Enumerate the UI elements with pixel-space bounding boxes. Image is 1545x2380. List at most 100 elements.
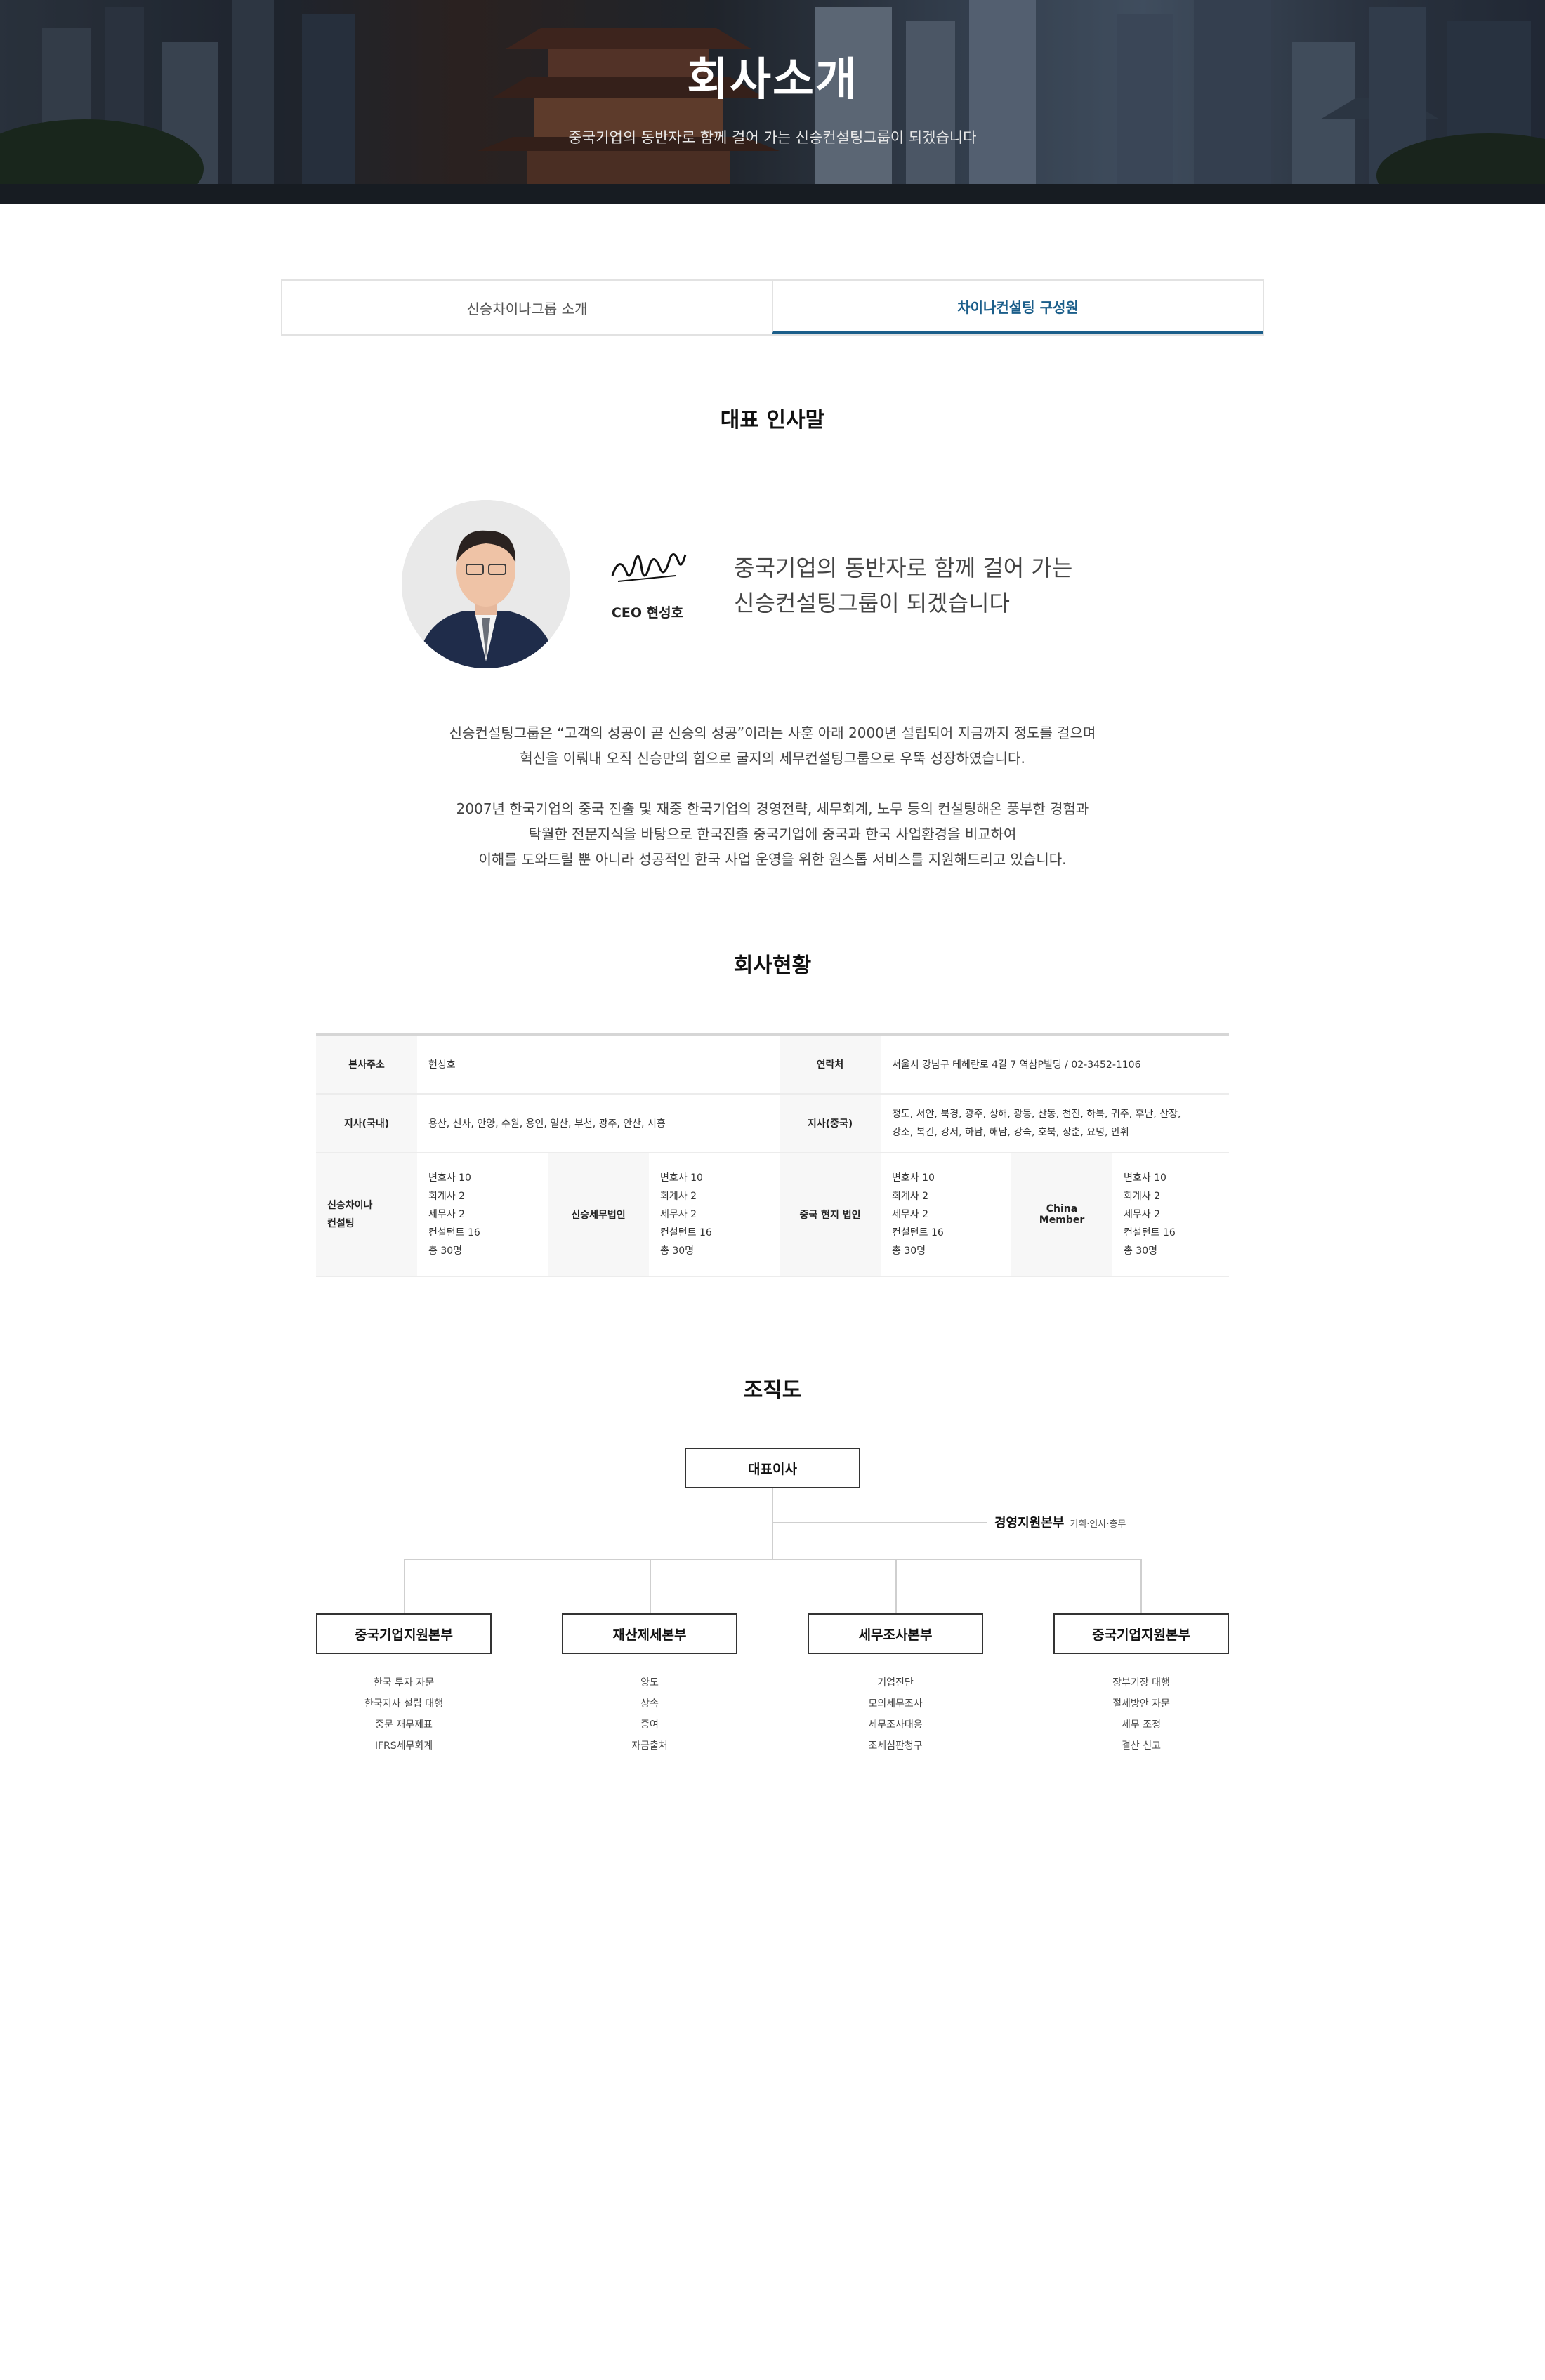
list-item: 한국 투자 자문 bbox=[373, 1677, 435, 1688]
cell-line: 총 30명 bbox=[892, 1245, 926, 1257]
table-header-cell: 지사(중국) bbox=[780, 1093, 881, 1153]
list-item: 세무조사대응 bbox=[868, 1719, 923, 1731]
org-connector bbox=[1140, 1559, 1142, 1613]
table-header-cell: 연락처 bbox=[780, 1034, 881, 1095]
table-cell: 변호사 10 회계사 2 세무사 2 컨설턴트 16 총 30명 bbox=[417, 1152, 548, 1277]
list-item: 모의세무조사 bbox=[868, 1698, 923, 1710]
table-cell: 현성호 bbox=[417, 1034, 780, 1095]
list-item: 자금출처 bbox=[631, 1740, 668, 1752]
org-dept-box: 세무조사본부 bbox=[808, 1613, 983, 1654]
list-item: 상속 bbox=[640, 1698, 659, 1710]
company-status-title: 회사현황 bbox=[733, 953, 812, 978]
ceo-name: CEO 현성호 bbox=[611, 605, 684, 621]
org-chart-title: 조직도 bbox=[743, 1378, 802, 1403]
org-dept-items: 기업진단 모의세무조사 세무조사대응 조세심판청구 bbox=[808, 1672, 983, 1757]
list-item: IFRS세무회계 bbox=[374, 1740, 433, 1752]
greeting-title: 대표 인사말 bbox=[720, 408, 825, 432]
list-item: 절세방안 자문 bbox=[1112, 1698, 1170, 1710]
table-header-cell: 중국 현지 법인 bbox=[780, 1152, 881, 1277]
cell-line: 총 30명 bbox=[1124, 1245, 1158, 1257]
list-item: 세무 조정 bbox=[1122, 1719, 1161, 1731]
org-connector bbox=[650, 1559, 651, 1613]
cell-line: 컨설턴트 16 bbox=[428, 1227, 480, 1238]
paragraph-line: 2007년 한국기업의 중국 진출 및 재중 한국기업의 경영전략, 세무회계,… bbox=[456, 800, 1089, 817]
org-dept-box: 중국기업지원본부 bbox=[316, 1613, 492, 1654]
org-dept-items: 한국 투자 자문 한국지사 설립 대행 중문 재무제표 IFRS세무회계 bbox=[316, 1672, 492, 1757]
cell-line: 컨설턴트 16 bbox=[1124, 1227, 1176, 1238]
cell-line: 변호사 10 bbox=[428, 1172, 471, 1184]
paragraph-line: 신승컨설팅그룹은 “고객의 성공이 곧 신승의 성공”이라는 사훈 아래 200… bbox=[449, 725, 1096, 741]
ceo-photo bbox=[402, 500, 570, 668]
cell-line: 신승차이나 bbox=[327, 1199, 373, 1211]
cell-line: 변호사 10 bbox=[1124, 1172, 1166, 1184]
org-connector bbox=[772, 1488, 773, 1560]
table-cell: 변호사 10 회계사 2 세무사 2 컨설턴트 16 총 30명 bbox=[649, 1152, 780, 1277]
ceo-message: 중국기업의 동반자로 함께 걸어 가는 신승컨설팅그룹이 되겠습니다 bbox=[734, 550, 1072, 621]
cell-line: 총 30명 bbox=[660, 1245, 695, 1257]
page-title: 회사소개 bbox=[687, 54, 858, 106]
table-header-cell: 신승차이나 컨설팅 bbox=[316, 1152, 417, 1277]
table-cell: 변호사 10 회계사 2 세무사 2 컨설턴트 16 총 30명 bbox=[881, 1152, 1011, 1277]
org-management-support: 경영지원본부 기획·인사·총무 bbox=[994, 1513, 1126, 1531]
org-connector bbox=[404, 1559, 1141, 1560]
greeting-paragraph-1: 신승컨설팅그룹은 “고객의 성공이 곧 신승의 성공”이라는 사훈 아래 200… bbox=[0, 720, 1545, 771]
paragraph-line: 탁월한 전문지식을 바탕으로 한국진출 중국기업에 중국과 한국 사업환경을 비… bbox=[528, 826, 1017, 842]
list-item: 장부기장 대행 bbox=[1112, 1677, 1170, 1688]
list-item: 한국지사 설립 대행 bbox=[364, 1698, 443, 1710]
list-item: 기업진단 bbox=[877, 1677, 914, 1688]
org-ceo-box: 대표이사 bbox=[685, 1448, 860, 1488]
list-item: 양도 bbox=[640, 1677, 659, 1688]
org-dept-box: 중국기업지원본부 bbox=[1053, 1613, 1229, 1654]
tab-consulting-members[interactable]: 차이나컨설팅 구성원 bbox=[772, 281, 1263, 334]
cell-line: 강소, 복건, 강서, 하남, 해남, 강숙, 호북, 장춘, 요녕, 안휘 bbox=[892, 1126, 1129, 1138]
list-item: 중문 재무제표 bbox=[375, 1719, 433, 1731]
paragraph-line: 이해를 도와드릴 뿐 아니라 성공적인 한국 사업 운영을 위한 원스톱 서비스… bbox=[478, 851, 1067, 868]
list-item: 결산 신고 bbox=[1122, 1740, 1161, 1752]
hero-banner: 회사소개 중국기업의 동반자로 함께 걸어 가는 신승컨설팅그룹이 되겠습니다 bbox=[0, 0, 1545, 204]
table-row: 신승차이나 컨설팅 변호사 10 회계사 2 세무사 2 컨설턴트 16 총 3… bbox=[316, 1152, 1229, 1277]
org-mgmt-sub: 기획·인사·총무 bbox=[1070, 1519, 1126, 1530]
table-header-cell: China Member bbox=[1011, 1152, 1112, 1277]
ceo-signature bbox=[605, 541, 690, 600]
org-connector bbox=[772, 1522, 987, 1523]
org-dept-items: 양도 상속 증여 자금출처 bbox=[562, 1672, 737, 1757]
ceo-message-line: 중국기업의 동반자로 함께 걸어 가는 bbox=[734, 555, 1073, 581]
cell-line: 컨설팅 bbox=[327, 1217, 355, 1229]
cell-line: 세무사 2 bbox=[660, 1208, 697, 1220]
org-dept-box: 재산제세본부 bbox=[562, 1613, 737, 1654]
table-cell: 변호사 10 회계사 2 세무사 2 컨설턴트 16 총 30명 bbox=[1112, 1152, 1229, 1277]
cell-line: 회계사 2 bbox=[428, 1190, 465, 1202]
greeting-paragraph-2: 2007년 한국기업의 중국 진출 및 재중 한국기업의 경영전략, 세무회계,… bbox=[0, 796, 1545, 872]
table-row: 본사주소 현성호 연락처 서울시 강남구 테헤란로 4길 7 역삼P빌딩 / 0… bbox=[316, 1034, 1229, 1095]
cell-line: 변호사 10 bbox=[660, 1172, 703, 1184]
ceo-message-line: 신승컨설팅그룹이 되겠습니다 bbox=[734, 590, 1010, 616]
cell-line: 회계사 2 bbox=[1124, 1190, 1160, 1202]
cell-line: 컨설턴트 16 bbox=[892, 1227, 944, 1238]
cell-line: 세무사 2 bbox=[428, 1208, 465, 1220]
tab-group-intro[interactable]: 신승차이나그룹 소개 bbox=[282, 281, 772, 334]
org-mgmt-label: 경영지원본부 bbox=[994, 1516, 1065, 1531]
section-tabs: 신승차이나그룹 소개 차이나컨설팅 구성원 bbox=[281, 279, 1264, 336]
table-cell: 청도, 서안, 북경, 광주, 상해, 광동, 산동, 천진, 하북, 귀주, … bbox=[881, 1093, 1229, 1153]
list-item: 증여 bbox=[640, 1719, 659, 1731]
org-connector bbox=[895, 1559, 897, 1613]
cell-line: 청도, 서안, 북경, 광주, 상해, 광동, 산동, 천진, 하북, 귀주, … bbox=[892, 1108, 1181, 1120]
cell-line: 회계사 2 bbox=[660, 1190, 697, 1202]
list-item: 조세심판청구 bbox=[868, 1740, 923, 1752]
cell-line: 컨설턴트 16 bbox=[660, 1227, 712, 1238]
cell-line: 세무사 2 bbox=[892, 1208, 928, 1220]
org-dept-items: 장부기장 대행 절세방안 자문 세무 조정 결산 신고 bbox=[1053, 1672, 1229, 1757]
paragraph-line: 혁신을 이뤄내 오직 신승만의 힘으로 굴지의 세무컨설팅그룹으로 우뚝 성장하… bbox=[520, 750, 1025, 767]
cell-line: 총 30명 bbox=[428, 1245, 463, 1257]
table-header-cell: 본사주소 bbox=[316, 1034, 417, 1095]
table-row: 지사(국내) 용산, 신사, 안양, 수원, 용인, 일산, 부천, 광주, 안… bbox=[316, 1093, 1229, 1153]
table-header-cell: 신승세무법인 bbox=[548, 1152, 649, 1277]
org-connector bbox=[404, 1559, 405, 1613]
page-subtitle: 중국기업의 동반자로 함께 걸어 가는 신승컨설팅그룹이 되겠습니다 bbox=[568, 129, 977, 146]
company-status-table: 본사주소 현성호 연락처 서울시 강남구 테헤란로 4길 7 역삼P빌딩 / 0… bbox=[316, 1033, 1229, 1277]
cell-line: 세무사 2 bbox=[1124, 1208, 1160, 1220]
table-header-cell: 지사(국내) bbox=[316, 1093, 417, 1153]
table-cell: 용산, 신사, 안양, 수원, 용인, 일산, 부천, 광주, 안산, 시흥 bbox=[417, 1093, 780, 1153]
table-cell: 서울시 강남구 테헤란로 4길 7 역삼P빌딩 / 02-3452-1106 bbox=[881, 1034, 1229, 1095]
cell-line: 회계사 2 bbox=[892, 1190, 928, 1202]
